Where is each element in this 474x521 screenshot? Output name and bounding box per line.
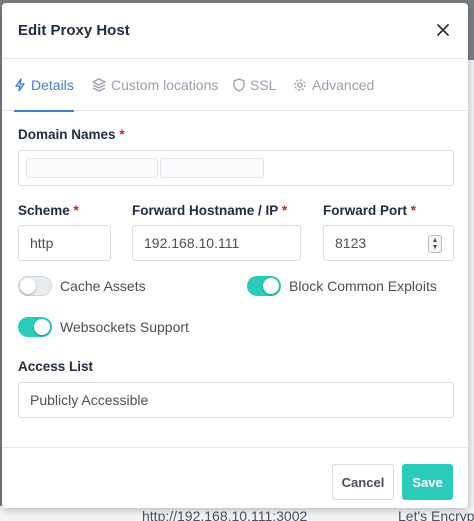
forward-hostname-value: 192.168.10.111 (144, 235, 240, 251)
save-button[interactable]: Save (402, 464, 453, 500)
access-list-label: Access List (18, 359, 94, 374)
edit-proxy-host-dialog: Edit Proxy Host Details Custom locations (2, 3, 468, 508)
switch-knob (263, 278, 279, 294)
forward-port-label: Forward Port * (323, 203, 416, 218)
forward-port-input[interactable]: 8123 ▲ ▼ (323, 225, 454, 261)
close-button[interactable] (432, 19, 454, 41)
tab-ssl-label: SSL (250, 77, 277, 93)
websockets-support-toggle[interactable]: Websockets Support (18, 317, 189, 337)
tab-custom-locations-label: Custom locations (111, 77, 219, 93)
stepper-down-icon[interactable]: ▼ (432, 244, 439, 251)
switch-knob (20, 278, 36, 294)
background-ssl: Let's Encrypt (398, 508, 474, 521)
access-list-select[interactable]: Publicly Accessible (18, 382, 454, 418)
required-mark: * (410, 203, 417, 218)
forward-hostname-label-text: Forward Hostname / IP (132, 203, 279, 218)
stepper-up-icon[interactable]: ▲ (432, 237, 439, 244)
tab-ssl[interactable]: SSL (233, 59, 276, 111)
switch-knob (34, 319, 50, 335)
required-mark: * (119, 127, 125, 142)
modal-title: Edit Proxy Host (18, 22, 130, 39)
tab-bar: Details Custom locations SSL Advanced (2, 59, 468, 112)
modal-footer: Cancel Save (2, 447, 468, 508)
domain-chip[interactable] (26, 158, 158, 178)
background-destination: http://192.168.10.111:3002 (142, 508, 308, 521)
cache-assets-toggle[interactable]: Cache Assets (18, 276, 146, 296)
forward-port-label-text: Forward Port (323, 203, 408, 218)
domain-names-input[interactable] (18, 150, 454, 186)
port-stepper[interactable]: ▲ ▼ (428, 235, 442, 253)
lightning-icon (15, 77, 25, 92)
domain-chip[interactable] (160, 158, 264, 178)
cache-assets-switch[interactable] (18, 276, 52, 296)
domain-names-label-text: Domain Names (18, 127, 116, 142)
tab-advanced[interactable]: Advanced (293, 59, 374, 111)
gear-icon (294, 79, 306, 91)
shield-icon (233, 78, 245, 92)
scheme-input[interactable]: http (18, 225, 111, 261)
forward-port-value: 8123 (335, 235, 367, 251)
cancel-button[interactable]: Cancel (332, 464, 394, 500)
modal-header: Edit Proxy Host (2, 3, 468, 59)
background-page-edge (468, 60, 474, 521)
block-common-exploits-switch[interactable] (247, 276, 281, 296)
block-common-exploits-label: Block Common Exploits (289, 278, 437, 294)
background-table-row: http://192.168.10.111:3002 Let's Encrypt (0, 506, 474, 521)
tab-details[interactable]: Details (14, 59, 74, 112)
websockets-support-label: Websockets Support (60, 319, 189, 335)
close-icon (437, 24, 449, 36)
cache-assets-label: Cache Assets (60, 278, 146, 294)
access-list-value: Publicly Accessible (30, 392, 149, 408)
layers-icon (92, 78, 106, 92)
required-mark: * (73, 203, 79, 218)
tab-custom-locations[interactable]: Custom locations (92, 59, 218, 111)
scheme-label: Scheme * (18, 203, 79, 218)
forward-hostname-label: Forward Hostname / IP * (132, 203, 287, 218)
tab-advanced-label: Advanced (312, 77, 375, 93)
scheme-value: http (30, 235, 54, 251)
block-common-exploits-toggle[interactable]: Block Common Exploits (247, 276, 437, 296)
required-mark: * (281, 203, 288, 218)
forward-hostname-input[interactable]: 192.168.10.111 (132, 225, 301, 261)
domain-names-label: Domain Names * (18, 127, 125, 142)
websockets-support-switch[interactable] (18, 317, 52, 337)
scheme-label-text: Scheme (18, 203, 70, 218)
tab-details-label: Details (31, 76, 74, 93)
